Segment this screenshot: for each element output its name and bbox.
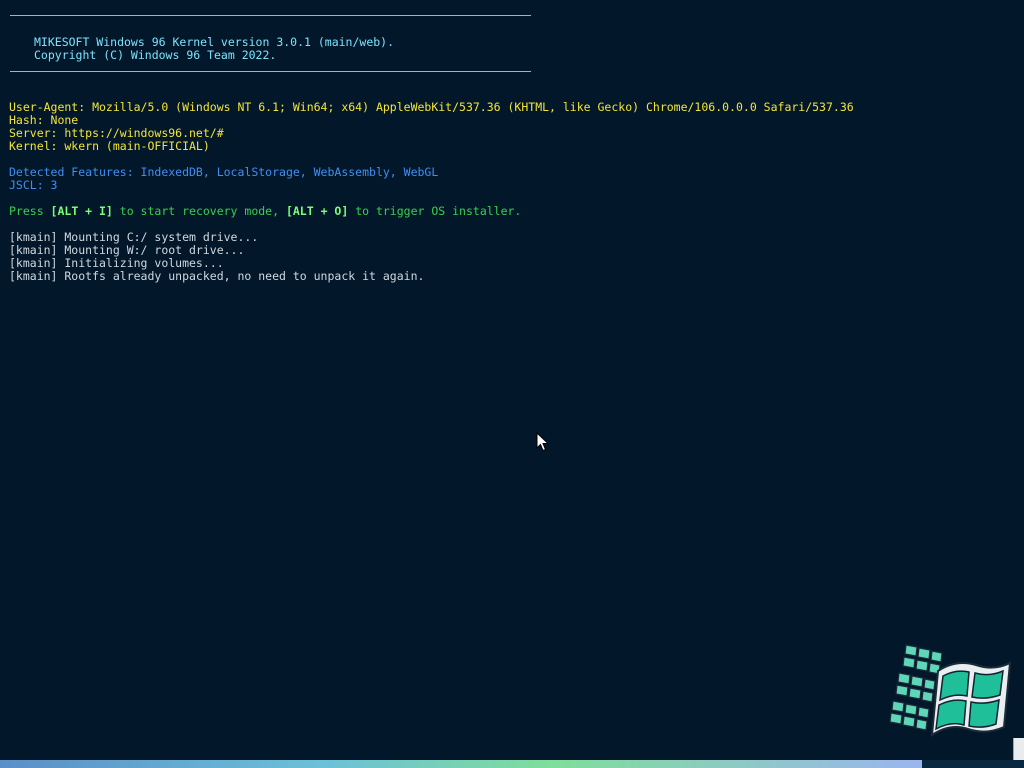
banner-copyright-line: Copyright (C) Windows 96 Team 2022. — [34, 48, 277, 62]
installer-key-hint: [ALT + O] — [285, 204, 349, 218]
banner-text: MIKESOFT Windows 96 Kernel version 3.0.1… — [10, 16, 531, 71]
logo-window — [930, 661, 1012, 737]
mouse-pointer-icon — [536, 432, 550, 452]
boot-progress-fill — [0, 760, 922, 768]
banner-bottom-divider — [10, 71, 531, 72]
kernel-banner: MIKESOFT Windows 96 Kernel version 3.0.1… — [10, 15, 531, 72]
recovery-key-hint: [ALT + I] — [50, 204, 113, 218]
detected-features-line: Detected Features: IndexedDB, LocalStora… — [9, 165, 439, 179]
jscl-line: JSCL: 3 — [9, 178, 58, 192]
log-line: [kmain] Rootfs already unpacked, no need… — [9, 269, 425, 283]
boot-console-screen: MIKESOFT Windows 96 Kernel version 3.0.1… — [0, 0, 1024, 768]
user-agent-line: User-Agent: Mozilla/5.0 (Windows NT 6.1;… — [9, 100, 854, 114]
hint-end-text: to trigger OS installer. — [348, 204, 522, 218]
boot-progress-bar — [0, 760, 1024, 768]
windows-96-logo-icon — [889, 644, 1012, 737]
scroll-corner — [1013, 738, 1024, 760]
banner-top-divider — [10, 15, 531, 16]
hint-middle-text: to start recovery mode, — [112, 204, 286, 218]
console-output: User-Agent: Mozilla/5.0 (Windows NT 6.1;… — [9, 101, 1014, 283]
recovery-hint-line: Press [ALT + I] to start recovery mode, … — [9, 205, 1014, 218]
hint-press-text: Press — [9, 204, 51, 218]
kernel-line: Kernel: wkern (main-OFFICIAL) — [9, 139, 210, 153]
